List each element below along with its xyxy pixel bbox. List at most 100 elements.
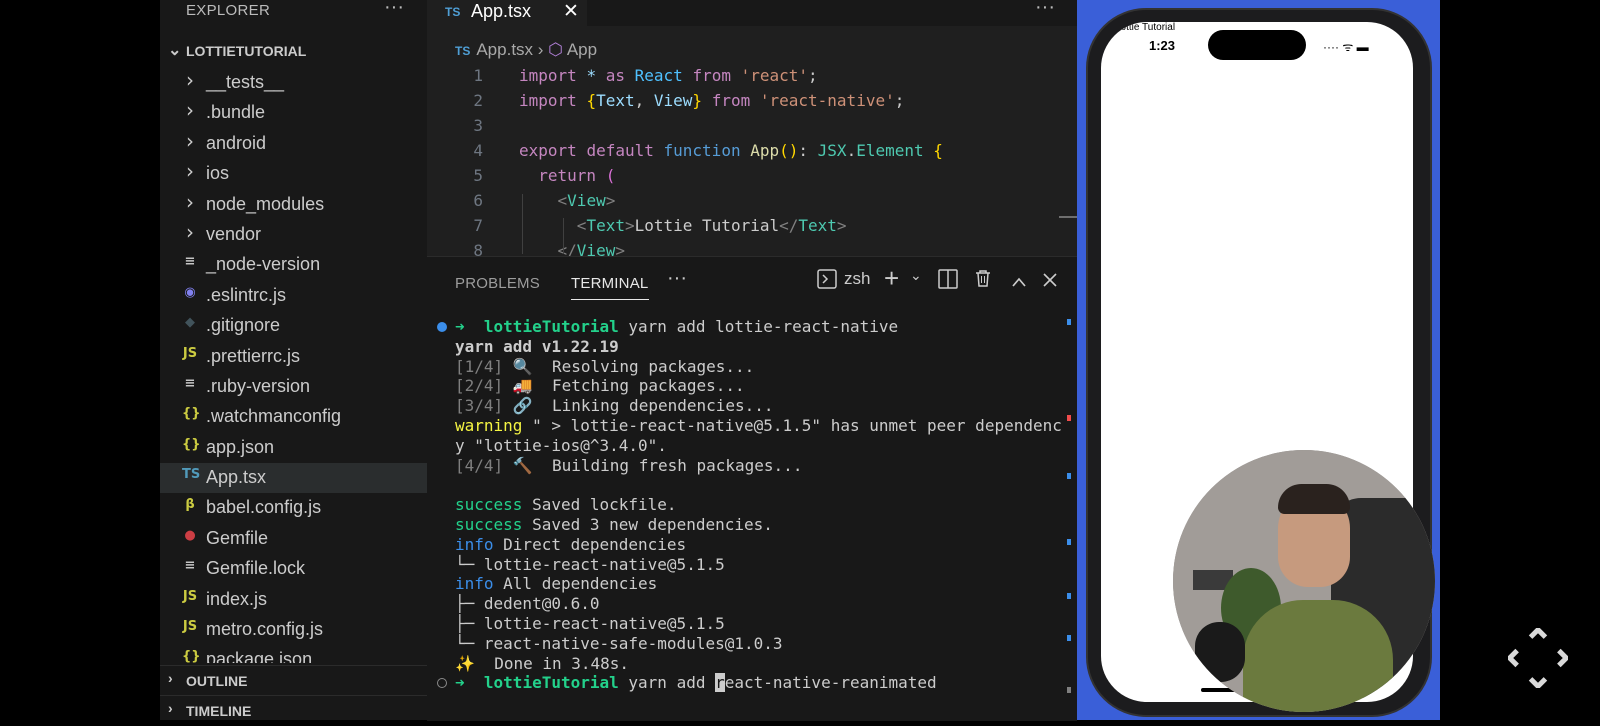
scroll-marker [1067,539,1071,545]
tree-item[interactable]: JS metro.config.js [160,615,427,645]
tree-item[interactable]: › ios [160,159,427,189]
tree-item[interactable]: JS .prettierrc.js [160,342,427,372]
json-file-icon: {} [182,649,201,663]
terminal-output[interactable]: ➜ lottieTutorial yarn add lottie-react-n… [437,317,1062,693]
code-line[interactable]: 4 export default function App(): JSX.Elem… [427,141,1077,166]
more-actions-icon[interactable]: ··· [384,0,404,19]
code-line[interactable]: 8 </View> [427,241,1077,256]
timeline-label: TIMELINE [186,703,252,719]
code-line[interactable]: 6 <View> [427,191,1077,216]
webcam-overlay [1173,450,1435,712]
status-time: 1:23 [1149,38,1176,53]
outline-section[interactable]: › OUTLINE [160,665,427,696]
tree-item[interactable]: β babel.config.js [160,493,427,523]
code-text: import * as React from 'react'; [519,66,818,85]
new-terminal-icon[interactable]: + [884,263,899,294]
tree-item[interactable]: ◉ .eslintrc.js [160,281,427,311]
tree-item[interactable]: JS index.js [160,585,427,615]
chevron-right-icon: › [168,700,173,716]
maximize-panel-icon[interactable] [1011,271,1027,294]
terminal-line: warning " > lottie-react-native@5.1.5" h… [455,415,1062,435]
webcam-person-hair [1278,484,1350,514]
chevron-right-icon: › [186,128,194,153]
close-panel-icon[interactable] [1043,270,1057,293]
tree-item-label: __tests__ [206,72,285,92]
tree-item[interactable]: ≡ Gemfile.lock [160,554,427,584]
explorer-sidebar: EXPLORER ··· ⌄ LOTTIETUTORIAL › __tests__… [160,0,427,720]
tree-item[interactable]: ● Gemfile [160,524,427,554]
terminal-line: └─ lottie-react-native@5.1.5 [455,554,725,574]
code-line[interactable]: 1 import * as React from 'react'; [427,66,1077,91]
scroll-marker [1067,635,1071,641]
tree-item[interactable]: {} package.json [160,645,427,663]
js-file-icon: JS [182,588,198,604]
code-text: </View> [557,241,625,256]
tree-item[interactable]: › node_modules [160,190,427,220]
scroll-marker [1067,473,1071,479]
explorer-title: EXPLORER [186,2,271,19]
tab-terminal[interactable]: TERMINAL [571,275,648,292]
terminal-shell-icon[interactable] [817,269,837,295]
tree-item[interactable]: › vendor [160,220,427,250]
fullscreen-icon[interactable] [1508,628,1568,688]
code-editor[interactable]: 1 import * as React from 'react'; 2 import … [427,66,1077,256]
tab-label: App.tsx [471,1,532,21]
trash-icon[interactable] [973,268,993,294]
tree-item[interactable]: › __tests__ [160,68,427,98]
tab-app-tsx[interactable]: TS App.tsx ✕ [427,0,587,26]
project-root[interactable]: ⌄ LOTTIETUTORIAL [160,40,427,62]
terminal-line: yarn add v1.22.19 [455,336,619,356]
tree-item[interactable]: ≡ .ruby-version [160,372,427,402]
split-terminal-icon[interactable] [938,269,958,295]
breadcrumb-file[interactable]: App.tsx [476,40,533,59]
app-title-text: Lottie Tutorial [1115,22,1176,33]
line-number: 1 [473,66,483,85]
command-status-dot[interactable] [437,322,447,332]
breadcrumb-symbol[interactable]: App [567,40,597,59]
code-line[interactable]: 5 return ( [427,166,1077,191]
code-line[interactable]: 3 [427,116,1077,141]
git-file-icon: ◆ [185,315,195,331]
command-status-dot[interactable] [437,678,447,689]
panel-more-icon[interactable]: ··· [667,267,687,290]
tree-item[interactable]: › android [160,129,427,159]
tree-item[interactable]: TS App.tsx [160,463,427,494]
terminal-line: ➜ lottieTutorial yarn add react-native-r… [437,673,1055,693]
terminal-line: success Saved lockfile. [455,495,677,515]
line-number: 7 [473,216,483,235]
code-text: <Text>Lottie Tutorial</Text> [576,216,847,235]
editor-more-icon[interactable]: ··· [1035,0,1055,19]
tree-item[interactable]: {} app.json [160,433,427,463]
terminal-line: [3/4] 🔗 Linking dependencies... [455,396,774,416]
code-line[interactable]: 2 import {Text, View} from 'react-native'… [427,91,1077,116]
terminal-line: └─ react-native-safe-modules@1.0.3 [455,633,783,653]
babel-file-icon: β [185,497,195,513]
tree-item[interactable]: {} .watchmanconfig [160,402,427,432]
tree-item-label: ios [206,163,230,184]
close-icon[interactable]: ✕ [563,0,579,23]
tree-item[interactable]: › .bundle [160,98,427,128]
scroll-marker [1067,319,1071,325]
code-line[interactable]: 7 <Text>Lottie Tutorial</Text> [427,216,1077,241]
tree-item-label: _node-version [206,254,321,275]
terminal-line: [2/4] 🚚 Fetching packages... [455,376,745,396]
tree-item[interactable]: ◆ .gitignore [160,311,427,341]
line-number: 3 [473,116,483,135]
timeline-section[interactable]: › TIMELINE [160,695,427,726]
tree-item[interactable]: ≡ _node-version [160,250,427,280]
chevron-down-icon[interactable]: ⌄ [910,267,922,284]
shell-name[interactable]: zsh [844,269,870,289]
terminal-line: [4/4] 🔨 Building fresh packages... [455,455,803,475]
tree-item-label: android [206,132,267,153]
tree-item-label: .eslintrc.js [206,284,287,305]
code-text: import {Text, View} from 'react-native'; [519,91,905,110]
terminal-line: ✨ Done in 3.48s. [455,653,630,673]
chevron-right-icon: › [186,98,194,123]
tree-item-label: index.js [206,588,268,609]
terminal-line: ├─ dedent@0.6.0 [455,594,600,614]
tree-item-label: app.json [206,436,275,457]
json-file-icon: {} [182,406,201,422]
scroll-marker [1067,593,1071,599]
tab-problems[interactable]: PROBLEMS [455,275,540,292]
